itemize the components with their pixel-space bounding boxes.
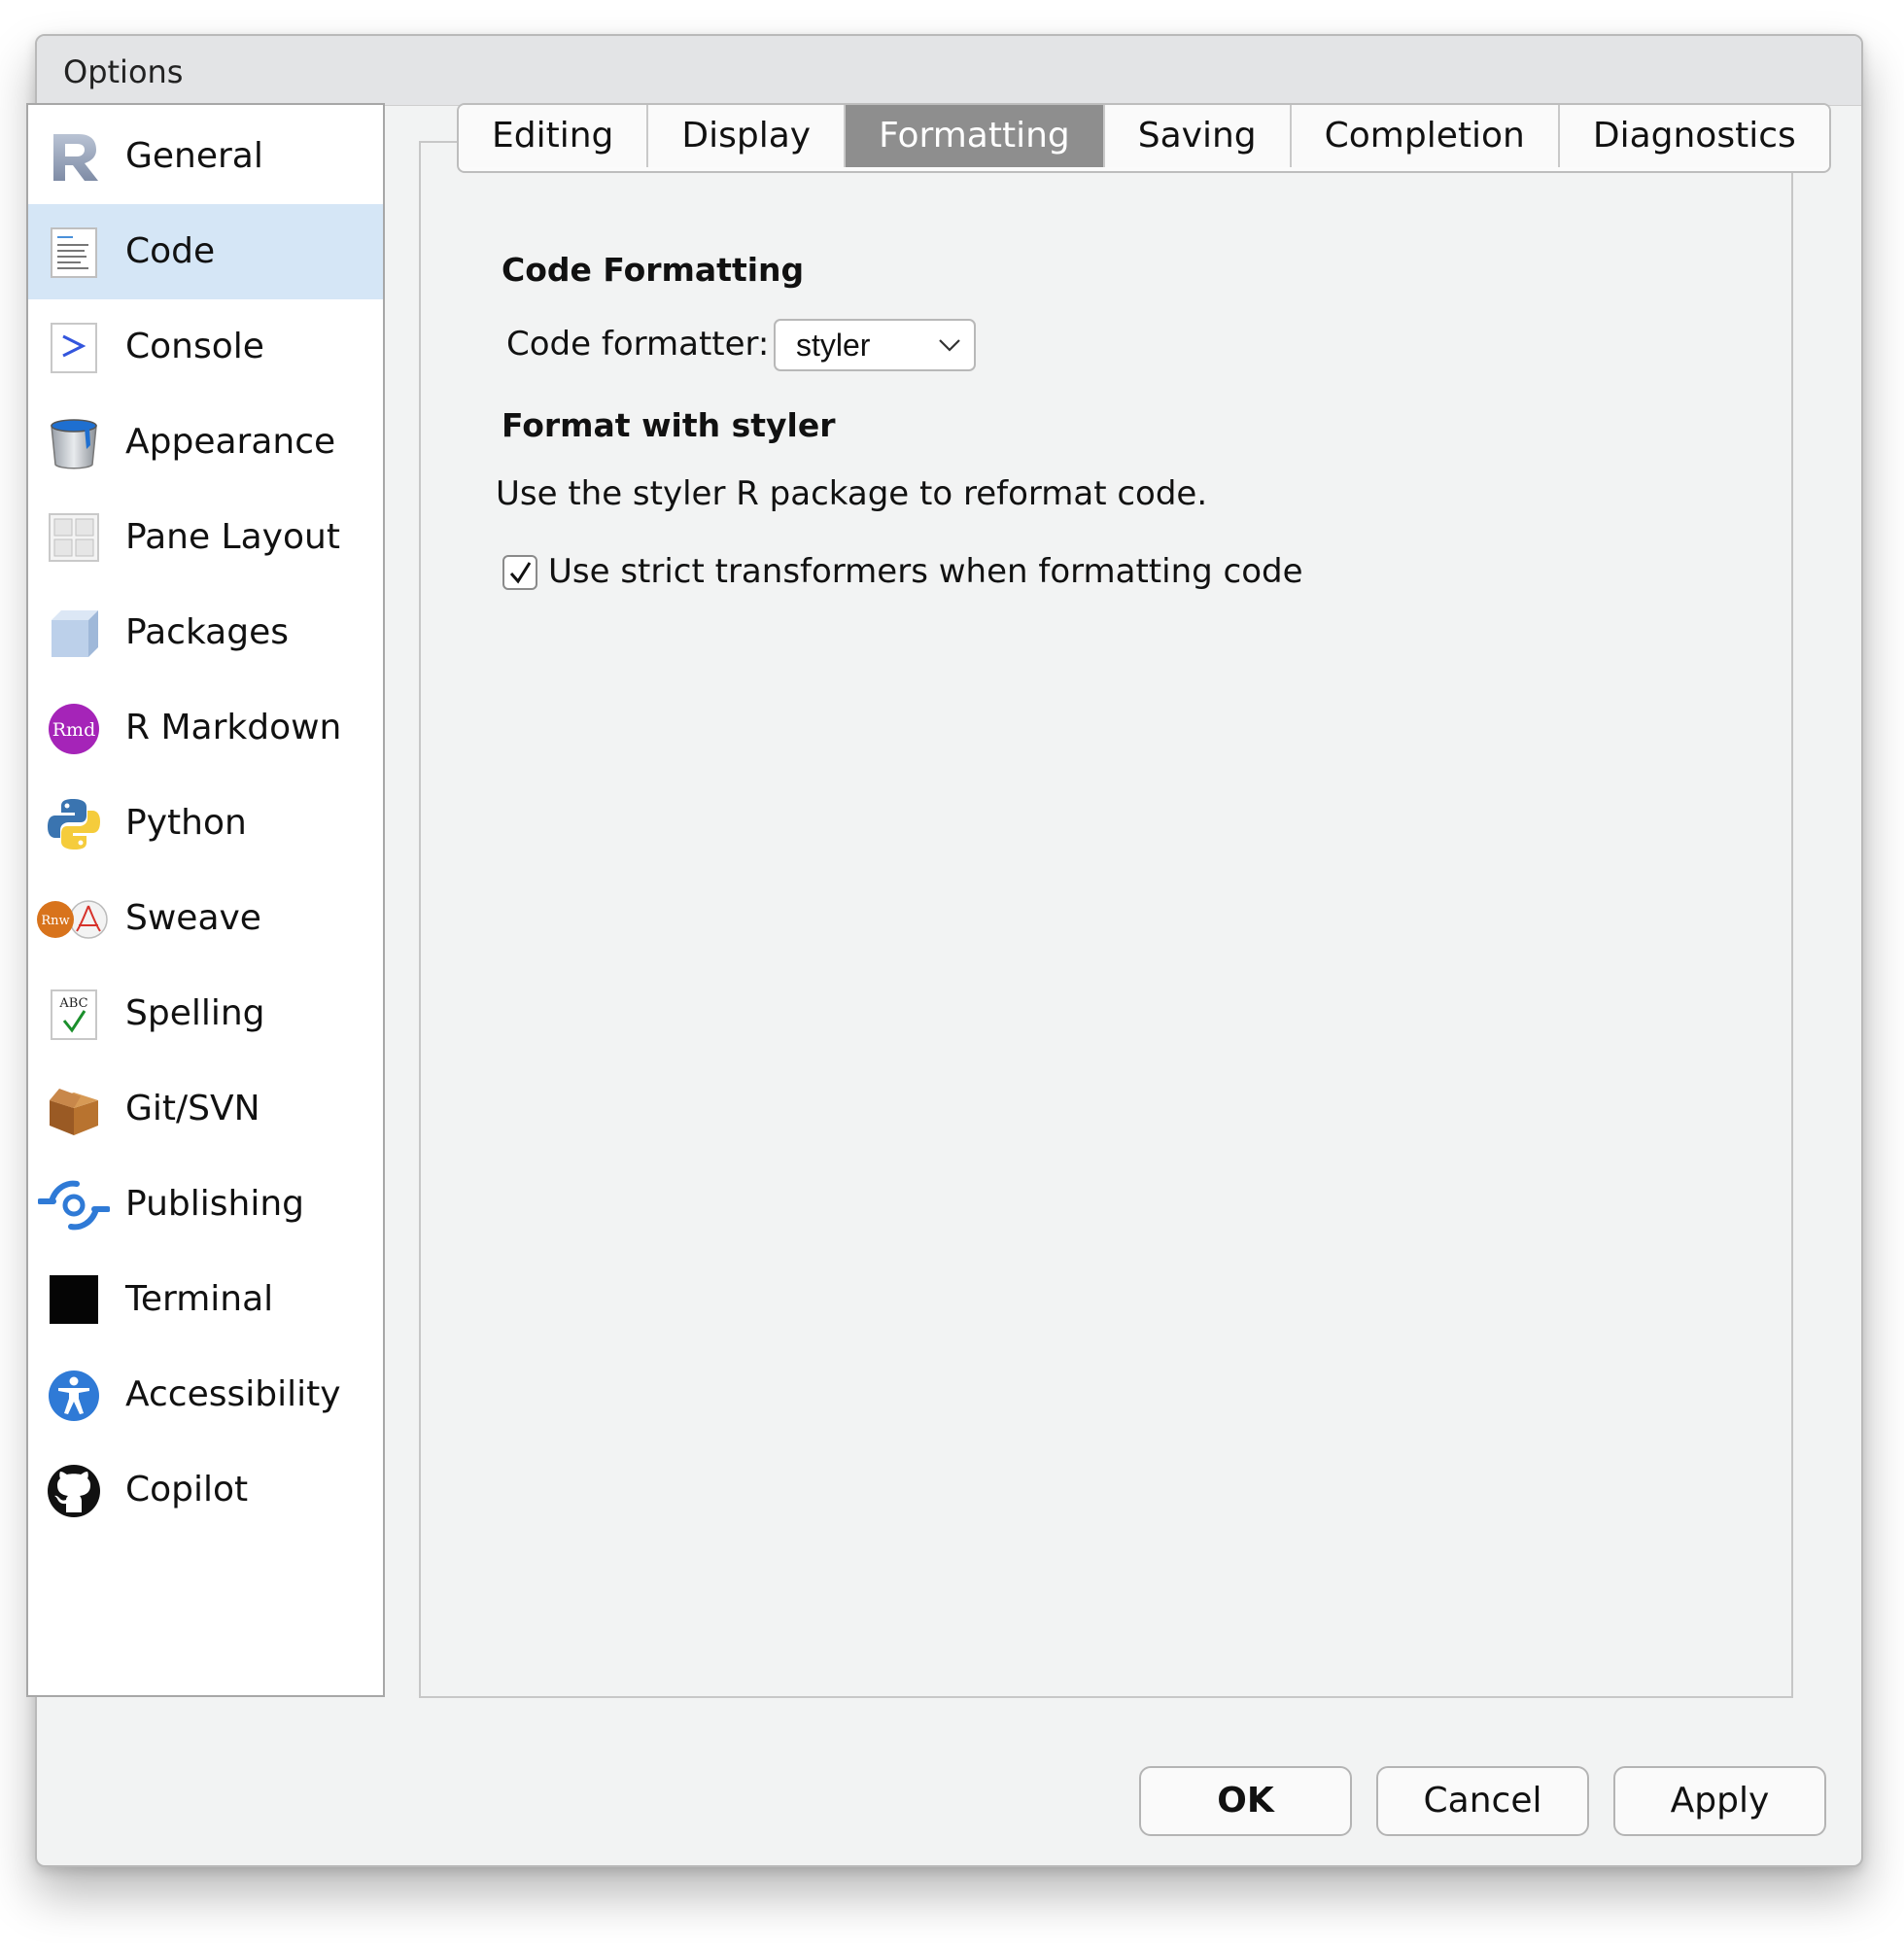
code-document-icon	[46, 226, 102, 280]
tab-bar: Editing Display Formatting Saving Comple…	[457, 103, 1831, 173]
accessibility-icon	[46, 1369, 102, 1423]
code-formatting-heading: Code Formatting	[502, 251, 805, 289]
sidebar-item-python[interactable]: Python	[28, 776, 383, 871]
sidebar-item-r-markdown[interactable]: Rmd R Markdown	[28, 680, 383, 776]
terminal-icon	[46, 1273, 102, 1328]
tab-saving[interactable]: Saving	[1104, 105, 1292, 167]
code-formatter-value: styler	[796, 328, 871, 363]
ok-button[interactable]: OK	[1139, 1766, 1352, 1836]
sidebar-item-accessibility[interactable]: Accessibility	[28, 1347, 383, 1442]
strict-transformers-label[interactable]: Use strict transformers when formatting …	[548, 552, 1303, 591]
checkmark-icon	[509, 562, 532, 584]
sidebar-item-copilot[interactable]: Copilot	[28, 1442, 383, 1538]
sidebar-item-label: General	[125, 136, 263, 176]
formatting-panel	[419, 141, 1793, 1698]
pane-grid-icon	[46, 511, 102, 566]
sidebar-item-packages[interactable]: Packages	[28, 585, 383, 680]
sidebar-item-publishing[interactable]: Publishing	[28, 1157, 383, 1252]
sidebar-item-label: Terminal	[125, 1279, 274, 1319]
dialog-title: Options	[63, 53, 184, 90]
tab-diagnostics[interactable]: Diagnostics	[1559, 105, 1829, 167]
strict-transformers-checkbox[interactable]	[502, 555, 537, 590]
sidebar-item-label: Console	[125, 327, 264, 366]
spelling-abc-icon: ABC	[46, 988, 102, 1042]
sidebar-item-label: Appearance	[125, 422, 336, 462]
package-box-icon	[46, 607, 102, 661]
sidebar-item-label: Accessibility	[125, 1374, 341, 1414]
sweave-icon: Rnw	[36, 892, 108, 947]
svg-text:ABC: ABC	[58, 996, 87, 1011]
sidebar-item-label: Packages	[125, 612, 289, 652]
sidebar-item-pane-layout[interactable]: Pane Layout	[28, 490, 383, 585]
code-formatter-label: Code formatter:	[506, 325, 770, 364]
sidebar-item-label: Python	[125, 803, 247, 843]
git-box-icon	[46, 1083, 102, 1137]
code-formatter-select[interactable]: styler	[774, 319, 976, 371]
sidebar-item-appearance[interactable]: Appearance	[28, 395, 383, 490]
paint-bucket-icon	[46, 416, 102, 470]
tab-completion[interactable]: Completion	[1291, 105, 1560, 167]
sidebar-item-console[interactable]: Console	[28, 299, 383, 395]
sidebar-item-label: Git/SVN	[125, 1089, 260, 1128]
sidebar-item-label: Publishing	[125, 1184, 304, 1224]
chevron-down-icon	[937, 334, 962, 356]
svg-text:Rnw: Rnw	[41, 914, 69, 928]
r-logo-icon	[46, 130, 102, 185]
styler-description: Use the styler R package to reformat cod…	[496, 474, 1208, 513]
sidebar-item-sweave[interactable]: Rnw Sweave	[28, 871, 383, 966]
sidebar: General Code Console Appearance Pane Lay…	[26, 103, 385, 1697]
rmd-icon: Rmd	[46, 702, 102, 756]
sidebar-item-general[interactable]: General	[28, 109, 383, 204]
cancel-button[interactable]: Cancel	[1376, 1766, 1589, 1836]
sidebar-item-git-svn[interactable]: Git/SVN	[28, 1061, 383, 1157]
apply-button[interactable]: Apply	[1613, 1766, 1826, 1836]
sidebar-item-label: Pane Layout	[125, 517, 340, 557]
title-bar[interactable]: Options	[37, 36, 1861, 106]
sidebar-item-terminal[interactable]: Terminal	[28, 1252, 383, 1347]
tab-display[interactable]: Display	[648, 105, 847, 167]
sidebar-item-code[interactable]: Code	[28, 204, 383, 299]
sidebar-item-label: Code	[125, 231, 216, 271]
python-icon	[46, 797, 102, 851]
publishing-icon	[38, 1178, 110, 1232]
github-icon	[46, 1464, 102, 1518]
tab-editing[interactable]: Editing	[459, 105, 649, 167]
svg-text:Rmd: Rmd	[52, 719, 96, 741]
sidebar-item-spelling[interactable]: ABC Spelling	[28, 966, 383, 1061]
console-prompt-icon	[46, 321, 102, 375]
sidebar-item-label: R Markdown	[125, 708, 342, 747]
sidebar-item-label: Copilot	[125, 1470, 249, 1509]
sidebar-item-label: Spelling	[125, 993, 265, 1033]
sidebar-item-label: Sweave	[125, 898, 261, 938]
tab-formatting[interactable]: Formatting	[846, 105, 1105, 167]
format-with-styler-heading: Format with styler	[502, 406, 836, 444]
